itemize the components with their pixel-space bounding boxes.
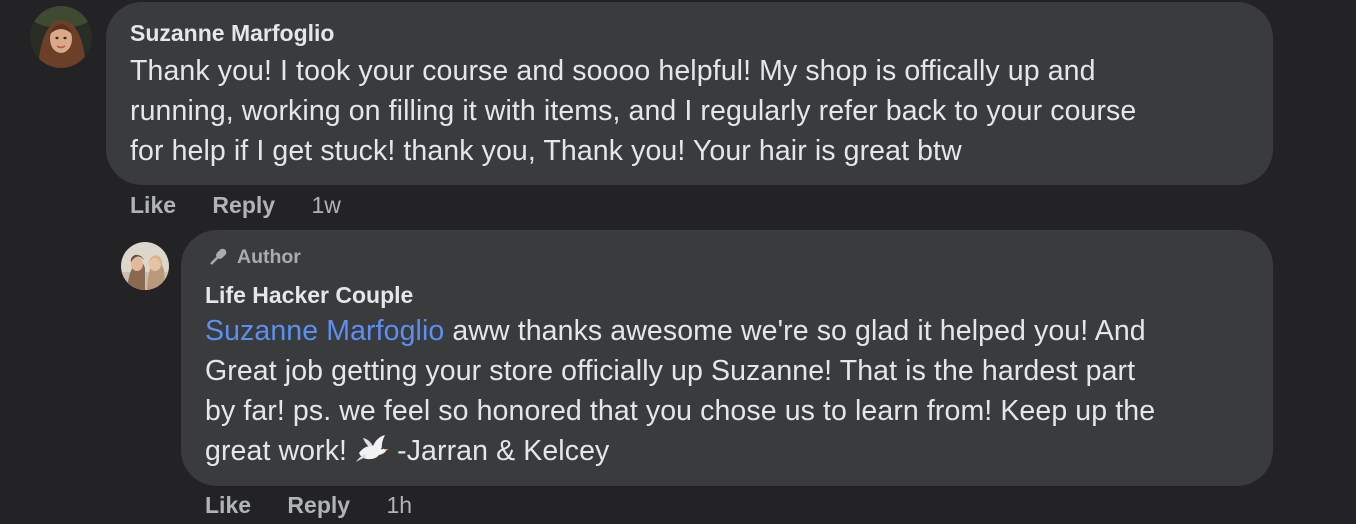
reply-text: Suzanne Marfoglio aww thanks awesome we'… (205, 311, 1265, 474)
like-button[interactable]: Like (130, 192, 176, 218)
comment-author-name[interactable]: Suzanne Marfoglio (130, 20, 334, 47)
reply-text-segment: -Jarran & Kelcey (389, 435, 610, 467)
like-button[interactable]: Like (205, 492, 251, 518)
avatar-suzanne[interactable] (30, 6, 92, 68)
timestamp[interactable]: 1h (386, 492, 412, 518)
comment-text-line: Thank you! I took your course and soooo … (130, 55, 1096, 87)
reply-text-segment: great work! (205, 435, 356, 467)
reply-actions: Like Reply 1h (205, 492, 412, 519)
timestamp[interactable]: 1w (311, 192, 340, 218)
comment-actions: Like Reply 1w (130, 192, 341, 219)
author-badge-label: Author (237, 246, 301, 268)
dove-icon (355, 433, 390, 474)
comment-text: Thank you! I took your course and soooo … (130, 51, 1260, 171)
reply-button[interactable]: Reply (287, 492, 350, 518)
reply-text-segment: aww thanks awesome we're so glad it help… (444, 315, 1146, 347)
reply-button[interactable]: Reply (212, 192, 275, 218)
avatar-life-hacker-couple[interactable] (121, 242, 169, 290)
author-badge: Author (205, 245, 301, 270)
comment-text-line: running, working on filling it with item… (130, 95, 1137, 127)
reply-text-line: Suzanne Marfoglio aww thanks awesome we'… (205, 311, 1265, 351)
reply-text-line: Great job getting your store officially … (205, 355, 1136, 387)
reply-text-line: great work! -Jarran & Kelcey (205, 431, 1265, 474)
reply-author-name[interactable]: Life Hacker Couple (205, 282, 413, 309)
mention-link[interactable]: Suzanne Marfoglio (205, 315, 444, 347)
microphone-icon (210, 248, 227, 265)
comment-text-line: for help if I get stuck! thank you, Than… (130, 135, 962, 167)
reply-text-line: by far! ps. we feel so honored that you … (205, 395, 1156, 427)
